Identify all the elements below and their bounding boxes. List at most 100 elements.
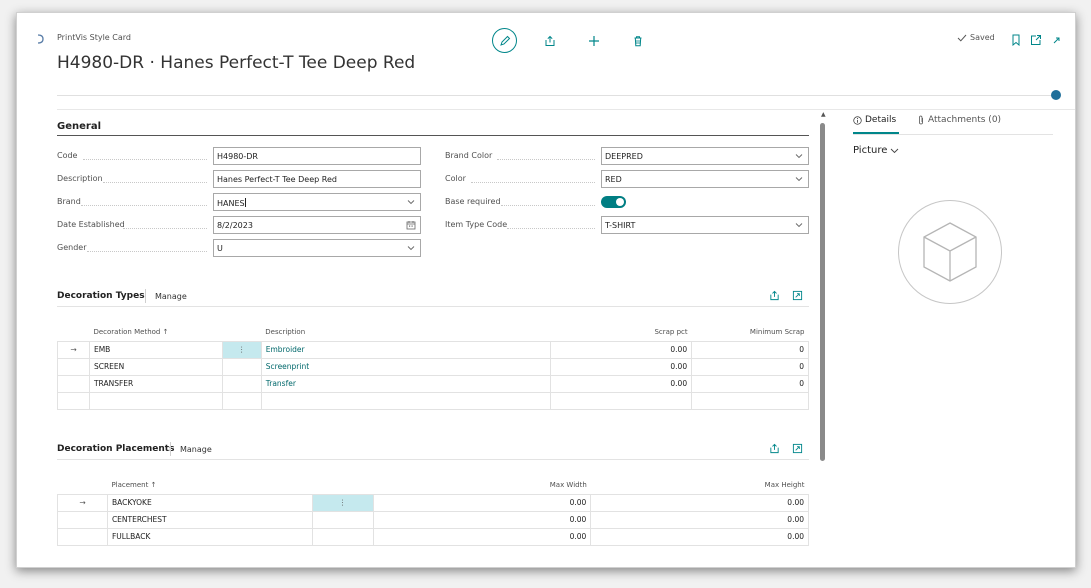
- brand-color-label: Brand Color: [445, 151, 493, 160]
- brand-label: Brand: [57, 197, 81, 206]
- empty-cell: [57, 391, 90, 410]
- brand-select[interactable]: HANES: [213, 193, 421, 211]
- decoration-placements-header: Decoration Placements Manage: [57, 438, 809, 460]
- row-actions-cell: [221, 357, 262, 376]
- decoration-method-cell[interactable]: EMB: [88, 340, 223, 359]
- table-row[interactable]: → BACKYOKE ⋮ 0.00 0.00: [57, 493, 809, 512]
- scrap-pct-cell[interactable]: 0.00: [550, 374, 693, 393]
- empty-cell[interactable]: [550, 391, 693, 410]
- minimum-scrap-cell[interactable]: 0: [691, 357, 809, 376]
- empty-cell[interactable]: [88, 391, 223, 410]
- scrap-pct-cell[interactable]: 0.00: [550, 357, 693, 376]
- header-divider: [57, 95, 1057, 96]
- max-width-cell[interactable]: 0.00: [372, 493, 592, 512]
- decoration-types-title[interactable]: Decoration Types: [57, 291, 145, 301]
- description-link[interactable]: Embroider: [260, 340, 552, 359]
- minimum-scrap-cell[interactable]: 0: [691, 340, 809, 359]
- base-required-toggle[interactable]: [601, 196, 626, 208]
- share-icon[interactable]: [769, 443, 780, 454]
- item-type-code-select[interactable]: T-SHIRT: [601, 216, 809, 234]
- table-row[interactable]: TRANSFER Transfer 0.00 0: [57, 374, 809, 393]
- share-icon[interactable]: [539, 30, 561, 52]
- picture-section-title[interactable]: Picture: [853, 145, 899, 156]
- decoration-types-manage-button[interactable]: Manage: [155, 292, 187, 301]
- leader-dots: [123, 228, 207, 229]
- general-section-title[interactable]: General: [57, 121, 101, 132]
- color-value: RED: [605, 175, 622, 184]
- delete-icon[interactable]: [627, 30, 649, 52]
- back-arrow-icon[interactable]: [35, 33, 47, 45]
- max-width-cell[interactable]: 0.00: [372, 510, 592, 529]
- share-icon[interactable]: [769, 290, 780, 301]
- table-row[interactable]: SCREEN Screenprint 0.00 0: [57, 357, 809, 376]
- col-description[interactable]: Description: [261, 323, 551, 341]
- table-row[interactable]: → EMB ⋮ Embroider 0.00 0: [57, 340, 809, 359]
- table-row[interactable]: FULLBACK 0.00 0.00: [57, 527, 809, 546]
- tab-details[interactable]: Details: [853, 115, 896, 125]
- row-actions-cell: [311, 510, 374, 529]
- empty-table-row[interactable]: [57, 391, 809, 410]
- chevron-down-icon[interactable]: [407, 198, 415, 206]
- placement-cell[interactable]: FULLBACK: [106, 527, 313, 546]
- chevron-down-icon[interactable]: [795, 221, 803, 229]
- max-height-cell[interactable]: 0.00: [590, 510, 809, 529]
- decoration-placements-title[interactable]: Decoration Placements: [57, 444, 174, 454]
- chevron-down-icon[interactable]: [795, 152, 803, 160]
- open-in-new-icon[interactable]: [792, 443, 803, 454]
- max-height-cell[interactable]: 0.00: [590, 493, 809, 512]
- empty-cell[interactable]: [691, 391, 809, 410]
- row-actions-menu-icon[interactable]: ⋮: [311, 493, 374, 512]
- table-row[interactable]: CENTERCHEST 0.00 0.00: [57, 510, 809, 529]
- minimum-scrap-cell[interactable]: 0: [691, 374, 809, 393]
- leader-dots: [87, 251, 207, 252]
- col-minimum-scrap[interactable]: Minimum Scrap: [692, 323, 809, 341]
- date-established-field[interactable]: 8/2/2023: [213, 216, 421, 234]
- row-actions-menu-icon[interactable]: ⋮: [221, 340, 262, 359]
- open-new-window-icon[interactable]: [1030, 31, 1042, 50]
- leader-dots: [507, 228, 595, 229]
- decoration-placements-manage-button[interactable]: Manage: [180, 445, 212, 454]
- expand-icon[interactable]: [1051, 31, 1061, 50]
- col-scrap-pct[interactable]: Scrap pct: [551, 323, 692, 341]
- edit-pencil-icon[interactable]: [492, 28, 517, 53]
- bookmark-icon[interactable]: [1011, 31, 1021, 50]
- window-actions: [1011, 31, 1061, 50]
- paperclip-icon: [919, 115, 923, 125]
- max-height-cell[interactable]: 0.00: [590, 527, 809, 546]
- code-field[interactable]: H4980-DR: [213, 147, 421, 165]
- description-link[interactable]: Screenprint: [260, 357, 552, 376]
- max-width-cell[interactable]: 0.00: [372, 527, 592, 546]
- scroll-up-arrow-icon[interactable]: ▲: [821, 111, 826, 118]
- placement-cell[interactable]: CENTERCHEST: [106, 510, 313, 529]
- cube-icon: [923, 222, 977, 282]
- col-max-width[interactable]: Max Width: [373, 476, 591, 494]
- scrap-pct-cell[interactable]: 0.00: [550, 340, 693, 359]
- add-icon[interactable]: [583, 30, 605, 52]
- description-link[interactable]: Transfer: [260, 374, 552, 393]
- picture-placeholder[interactable]: [898, 200, 1002, 304]
- scrollbar-thumb[interactable]: [820, 123, 825, 461]
- factbox-tab-divider: [853, 134, 1053, 135]
- col-decoration-method[interactable]: Decoration Method ↑: [89, 323, 222, 341]
- decoration-method-cell[interactable]: SCREEN: [88, 357, 223, 376]
- card-type-label: PrintVis Style Card: [57, 33, 131, 42]
- col-placement[interactable]: Placement ↑: [107, 476, 312, 494]
- description-field[interactable]: Hanes Perfect-T Tee Deep Red: [213, 170, 421, 188]
- part-actions: [769, 443, 803, 454]
- brand-color-select[interactable]: DEEPRED: [601, 147, 809, 165]
- col-spacer: [222, 323, 261, 341]
- col-max-height[interactable]: Max Height: [591, 476, 809, 494]
- placement-cell[interactable]: BACKYOKE: [106, 493, 313, 512]
- calendar-icon[interactable]: [406, 220, 416, 230]
- row-actions-cell: [311, 527, 374, 546]
- chevron-down-icon[interactable]: [407, 244, 415, 252]
- decoration-method-cell[interactable]: TRANSFER: [88, 374, 223, 393]
- open-in-new-icon[interactable]: [792, 290, 803, 301]
- gender-select[interactable]: U: [213, 239, 421, 257]
- chevron-down-icon[interactable]: [795, 175, 803, 183]
- saved-status: Saved: [957, 33, 995, 42]
- color-select[interactable]: RED: [601, 170, 809, 188]
- empty-cell[interactable]: [260, 391, 552, 410]
- chevron-down-icon[interactable]: [890, 148, 899, 154]
- tab-attachments[interactable]: Attachments (0): [917, 115, 1001, 125]
